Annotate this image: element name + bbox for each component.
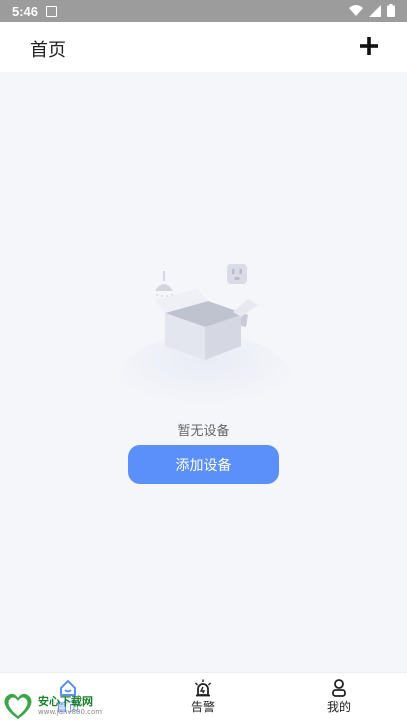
notification-icon	[46, 5, 58, 17]
status-time: 5:46	[12, 3, 39, 19]
nav-item-mine[interactable]: 我的	[309, 679, 369, 715]
empty-message: 暂无设备	[177, 424, 230, 439]
heart-logo-icon	[4, 693, 32, 719]
alarm-icon	[194, 679, 212, 697]
page-title: 首页	[30, 40, 66, 61]
watermark-brand: 安心下载网	[38, 694, 93, 708]
watermark: 安心下载网 www.janv800.com	[2, 690, 112, 722]
plus-icon[interactable]	[359, 35, 379, 57]
battery-icon	[387, 4, 395, 17]
status-bar: 5:46	[0, 0, 407, 22]
app-bar: 首页	[0, 22, 407, 72]
nav-label-mine: 我的	[326, 700, 351, 714]
main-content: 暂无设备 添加设备	[0, 72, 407, 672]
add-device-button[interactable]: 添加设备	[128, 445, 279, 484]
user-icon	[332, 679, 346, 697]
wifi-icon	[349, 4, 363, 16]
status-icons	[349, 4, 395, 17]
nav-label-alarm: 告警	[190, 700, 215, 714]
signal-icon	[369, 4, 381, 17]
watermark-url: www.janv800.com	[38, 707, 103, 716]
nav-item-alarm[interactable]: 告警	[173, 679, 233, 715]
empty-box-icon	[120, 264, 290, 407]
